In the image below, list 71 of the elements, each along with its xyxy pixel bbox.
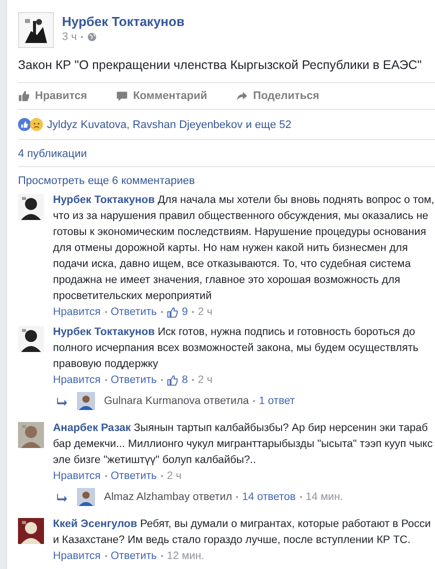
comment-text-line: готовы к экономическим последствиям. Нарушение процедуры основания — [53, 226, 426, 238]
sad-reaction-icon — [30, 118, 43, 131]
commenter-name[interactable]: Нурбек Токтакунов — [53, 326, 155, 338]
action-button[interactable]: Поделиться — [236, 90, 320, 102]
reply-link[interactable]: Ответить — [110, 304, 157, 320]
comment-text-line: бар демекчи... Миллионго чукул мигранттарыбызды "ысыта" тээп кууп чыкс — [53, 438, 433, 450]
comment-time: 12 мин. — [166, 549, 204, 564]
reply-arrow-icon — [57, 492, 68, 502]
commenter-name[interactable]: Ккей Эсенгулов — [53, 518, 138, 530]
thumbs-up-icon — [166, 306, 178, 318]
reply-link[interactable]: Ответить — [110, 468, 157, 484]
globe-icon — [86, 32, 97, 42]
comment-text-line: что из за нарушения правил общественного обсуждения, мы оказались не — [53, 210, 428, 222]
comment-text-line: полного исчерпания всех возможностей закона, мы будем осуществлять — [53, 342, 418, 354]
comment-time: 2 ч — [198, 373, 212, 388]
comment-text-line: продажна не имеет значения, главное это хорошая возможность для — [53, 274, 400, 286]
action-button[interactable]: Нравится — [18, 90, 88, 102]
separator-dot — [252, 400, 255, 402]
reaction-names[interactable]: Jyldyz Kuvatova, Ravshan Djeyenbekov и еще 52 — [47, 118, 292, 130]
comment-text-line: Зыянын тартып калбайбызбы? Ар бир нерсенин эки тараб — [134, 422, 428, 434]
separator-dot — [104, 475, 107, 477]
comment-time: 2 ч — [166, 469, 182, 484]
separator-dot — [160, 475, 163, 477]
thumbs-up-icon — [166, 374, 178, 386]
reply-time: 14 мин. — [306, 490, 344, 505]
replies-link[interactable]: Gulnara Kurmanova ответила — [104, 393, 249, 409]
like-link[interactable]: Нравится — [53, 372, 101, 388]
comment-text-line: для отмены дорожной карты. Но нам нужен какой нить бизнесмен для — [53, 242, 408, 254]
reply-count[interactable]: 14 ответов — [242, 489, 296, 505]
share-icon — [236, 90, 248, 102]
separator-dot — [160, 311, 163, 313]
like-link[interactable]: Нравится — [53, 548, 101, 564]
comment-time: 2 ч — [198, 305, 212, 320]
separator-dot — [80, 36, 83, 38]
like-count[interactable]: 9 — [182, 304, 188, 320]
reply-link[interactable]: Ответить — [110, 372, 157, 388]
like-link[interactable]: Нравится — [53, 468, 101, 484]
comment-text-line: правовую поддержку — [53, 358, 158, 370]
comment-icon — [116, 90, 128, 102]
separator-dot — [104, 379, 107, 381]
comment-text-line: подачи иска, давно ищем, все отказываются. То, что судебная система — [53, 258, 411, 270]
replies-link[interactable]: Almaz Alzhambay ответил — [104, 489, 232, 505]
commenter-name[interactable]: Нурбек Токтакунов — [53, 194, 155, 206]
thumbs-up-icon — [18, 90, 30, 102]
separator-dot — [192, 311, 194, 313]
comment-text-line: Для начала мы хотели бы вновь поднять вопрос о том, — [158, 194, 434, 206]
reply-count[interactable]: 1 ответ — [258, 393, 295, 409]
comment-text-line: просветительских мероприятий — [53, 290, 212, 302]
separator-dot — [192, 379, 194, 381]
comment-text-line: эле бизге "жетиштүү" болуп калбайбы?.. — [53, 454, 256, 466]
separator-dot — [160, 555, 163, 557]
like-link[interactable]: Нравится — [53, 304, 101, 320]
separator-dot — [236, 496, 238, 498]
separator-dot — [300, 496, 302, 498]
commenter-name[interactable]: Анарбек Разак — [53, 422, 131, 434]
comment-text-line: и Казахстане? Им ведь стало гораздо лучше, после вступлении КР ТС. — [53, 534, 410, 546]
separator-dot — [160, 379, 163, 381]
share-count[interactable]: 4 публикации — [18, 140, 435, 166]
comment-text-line: Ребят, вы думали о мигрантах, которые работают в Росси — [140, 518, 431, 530]
more-comments-link[interactable]: Просмотреть еще 6 комментариев — [18, 167, 435, 192]
post-time[interactable]: 3 ч — [62, 31, 77, 43]
author-name[interactable]: Нурбек Токтакунов — [62, 14, 184, 29]
reply-arrow-icon — [57, 396, 68, 406]
like-reaction-icon — [18, 118, 31, 131]
comment-text-line: Иск готов, нужна подпись и готовность бороться до — [158, 326, 416, 338]
like-count[interactable]: 8 — [182, 372, 188, 388]
separator-dot — [104, 311, 107, 313]
post-text: Закон КР "О прекращении членства Кыргызской Республики в ЕАЭС" — [18, 58, 423, 72]
separator-dot — [104, 555, 107, 557]
action-button[interactable]: Комментарий — [116, 90, 208, 102]
reply-link[interactable]: Ответить — [110, 548, 157, 564]
